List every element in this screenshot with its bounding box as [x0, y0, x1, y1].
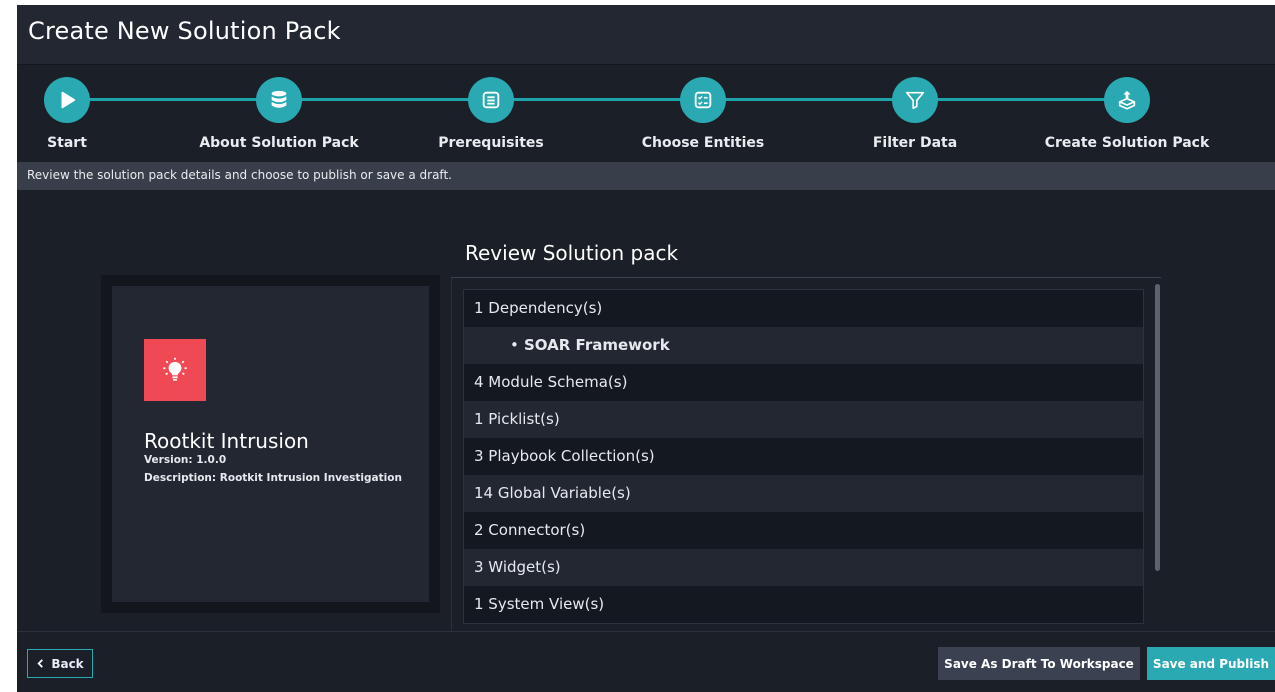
- pack-version: Version: 1.0.0: [144, 454, 227, 466]
- pack-description: Description: Rootkit Intrusion Investiga…: [144, 472, 402, 484]
- step-label: About Solution Pack: [199, 135, 359, 151]
- step-about-solution-pack[interactable]: About Solution Pack: [189, 77, 369, 151]
- save-and-publish-button[interactable]: Save and Publish: [1147, 647, 1275, 680]
- box-upload-icon: [1104, 77, 1150, 123]
- review-scrollbar[interactable]: [1155, 284, 1160, 571]
- back-label: Back: [51, 656, 84, 671]
- step-start[interactable]: Start: [17, 77, 157, 151]
- footer: Back Save As Draft To Workspace Save and…: [17, 631, 1275, 692]
- step-label: Choose Entities: [641, 135, 765, 151]
- list-item-system-views: 1 System View(s): [464, 586, 1143, 623]
- list-item-picklists: 1 Picklist(s): [464, 401, 1143, 438]
- step-label: Filter Data: [872, 135, 958, 151]
- wizard-stepper: Start About Solution Pack Prerequisites …: [17, 65, 1275, 162]
- info-text: Review the solution pack details and cho…: [27, 168, 452, 182]
- list-item-dependency: • SOAR Framework: [464, 327, 1143, 364]
- review-title: Review Solution pack: [465, 241, 679, 265]
- solution-pack-card: Rootkit Intrusion Version: 1.0.0 Descrip…: [101, 275, 440, 613]
- list-item-playbook-collections: 3 Playbook Collection(s): [464, 438, 1143, 475]
- review-panel: 1 Dependency(s) • SOAR Framework 4 Module…: [451, 278, 1161, 638]
- lightbulb-icon: [144, 339, 206, 401]
- database-icon: [256, 77, 302, 123]
- step-label: Create Solution Pack: [1044, 135, 1210, 151]
- save-as-draft-button[interactable]: Save As Draft To Workspace: [938, 647, 1140, 680]
- list-item-dependencies: 1 Dependency(s): [464, 290, 1143, 327]
- step-label: Start: [47, 135, 87, 151]
- list-item-connectors: 2 Connector(s): [464, 512, 1143, 549]
- info-bar: Review the solution pack details and cho…: [17, 162, 1275, 190]
- list-icon: [468, 77, 514, 123]
- play-icon: [44, 77, 90, 123]
- header: Create New Solution Pack: [17, 5, 1275, 65]
- step-create-solution-pack[interactable]: Create Solution Pack: [1037, 77, 1217, 151]
- page-title: Create New Solution Pack: [28, 17, 341, 45]
- bullet: •: [510, 336, 519, 354]
- step-filter-data[interactable]: Filter Data: [825, 77, 1005, 151]
- step-prerequisites[interactable]: Prerequisites: [401, 77, 581, 151]
- back-button[interactable]: Back: [27, 649, 93, 678]
- solution-pack-card-body: Rootkit Intrusion Version: 1.0.0 Descrip…: [112, 286, 429, 602]
- filter-icon: [892, 77, 938, 123]
- step-choose-entities[interactable]: Choose Entities: [613, 77, 793, 151]
- review-list: 1 Dependency(s) • SOAR Framework 4 Module…: [463, 289, 1144, 624]
- chevron-left-icon: [36, 657, 45, 671]
- list-item-module-schemas: 4 Module Schema(s): [464, 364, 1143, 401]
- checklist-icon: [680, 77, 726, 123]
- pack-name: Rootkit Intrusion: [144, 429, 309, 453]
- create-solution-pack-window: Create New Solution Pack Start About Sol…: [17, 5, 1275, 692]
- list-item-global-variables: 14 Global Variable(s): [464, 475, 1143, 512]
- dependency-name: SOAR Framework: [524, 336, 670, 354]
- list-item-widgets: 3 Widget(s): [464, 549, 1143, 586]
- step-label: Prerequisites: [438, 135, 544, 151]
